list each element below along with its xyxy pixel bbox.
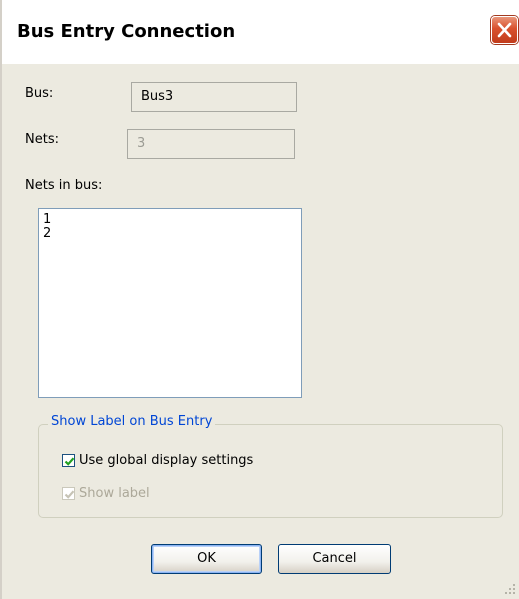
dialog-window: Bus Entry Connection Bus: Bus3 Nets: 3 N…	[0, 0, 519, 599]
use-global-checkbox[interactable]	[62, 454, 75, 467]
use-global-row[interactable]: Use global display settings	[62, 453, 253, 468]
checkmark-icon	[64, 490, 75, 499]
list-item[interactable]: 1	[43, 213, 301, 227]
close-button[interactable]	[491, 16, 518, 44]
nets-label: Nets:	[25, 132, 59, 147]
close-x-icon	[497, 22, 512, 38]
show-label-groupbox	[38, 424, 503, 518]
nets-in-bus-label: Nets in bus:	[25, 178, 103, 193]
nets-in-bus-listbox[interactable]: 1 2	[38, 208, 302, 398]
resize-grip-icon[interactable]	[504, 583, 516, 595]
use-global-label[interactable]: Use global display settings	[79, 453, 253, 468]
ok-button[interactable]: OK	[151, 544, 262, 574]
checkmark-icon	[64, 457, 75, 466]
show-label-row: Show label	[62, 486, 150, 501]
bus-field[interactable]: Bus3	[131, 82, 297, 112]
bus-label: Bus:	[25, 86, 54, 101]
window-title: Bus Entry Connection	[17, 21, 236, 42]
show-label-label: Show label	[79, 486, 150, 501]
list-item[interactable]: 2	[43, 227, 301, 241]
dialog-body: Bus: Bus3 Nets: 3 Nets in bus: 1 2 Show …	[4, 64, 519, 599]
title-bar[interactable]: Bus Entry Connection	[2, 0, 519, 64]
show-label-checkbox	[62, 487, 75, 500]
group-legend: Show Label on Bus Entry	[48, 414, 216, 429]
cancel-button[interactable]: Cancel	[278, 544, 391, 574]
nets-field: 3	[127, 129, 295, 159]
